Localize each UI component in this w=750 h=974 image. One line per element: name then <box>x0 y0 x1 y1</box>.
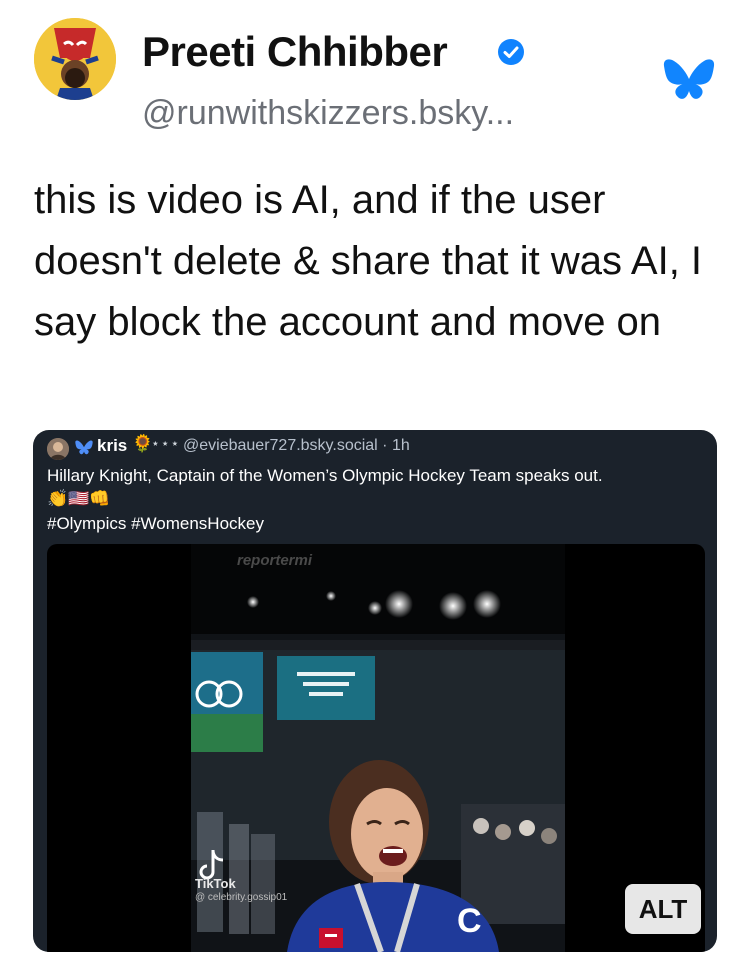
tiktok-username-watermark: @ celebrity.gossip01 <box>195 892 288 903</box>
quoted-author-name[interactable]: kris <box>97 436 127 456</box>
quoted-author-avatar[interactable] <box>47 438 69 460</box>
author-avatar[interactable] <box>34 18 116 100</box>
quoted-emoji-line: 👏🇺🇸👊 <box>47 489 111 508</box>
video-frame-image: C <box>191 544 565 952</box>
quoted-hashtags[interactable]: #Olympics #WomensHockey <box>47 514 264 534</box>
butterfly-emoji-icon <box>75 440 93 455</box>
bluesky-butterfly-icon[interactable] <box>663 58 715 104</box>
bluesky-post: Preeti Chhibber @runwithskizzers.bsky...… <box>0 0 750 974</box>
video-embed[interactable]: C reportermi TikTok @ celebrity.gossip01 <box>47 544 705 952</box>
post-text: this is video is AI, and if the user doe… <box>34 178 703 344</box>
reporter-watermark: reportermi <box>237 552 313 569</box>
verified-check-icon <box>498 39 524 65</box>
tiktok-watermark: TikTok <box>195 876 236 891</box>
quoted-post-text: Hillary Knight, Captain of the Women’s O… <box>47 466 603 485</box>
author-display-name[interactable]: Preeti Chhibber <box>142 28 448 76</box>
alt-text-button[interactable]: ALT <box>625 884 701 934</box>
svg-text:C: C <box>457 902 482 940</box>
quoted-author-handle[interactable]: @eviebauer727.bsky.social · 1h <box>183 437 410 455</box>
sunflower-emoji: 🌻 <box>132 434 154 453</box>
quoted-post-card[interactable]: kris 🌻 ⋆⋆⋆ @eviebauer727.bsky.social · 1… <box>33 430 717 952</box>
author-handle[interactable]: @runwithskizzers.bsky... <box>142 94 514 133</box>
stars-decoration: ⋆⋆⋆ <box>151 435 181 451</box>
